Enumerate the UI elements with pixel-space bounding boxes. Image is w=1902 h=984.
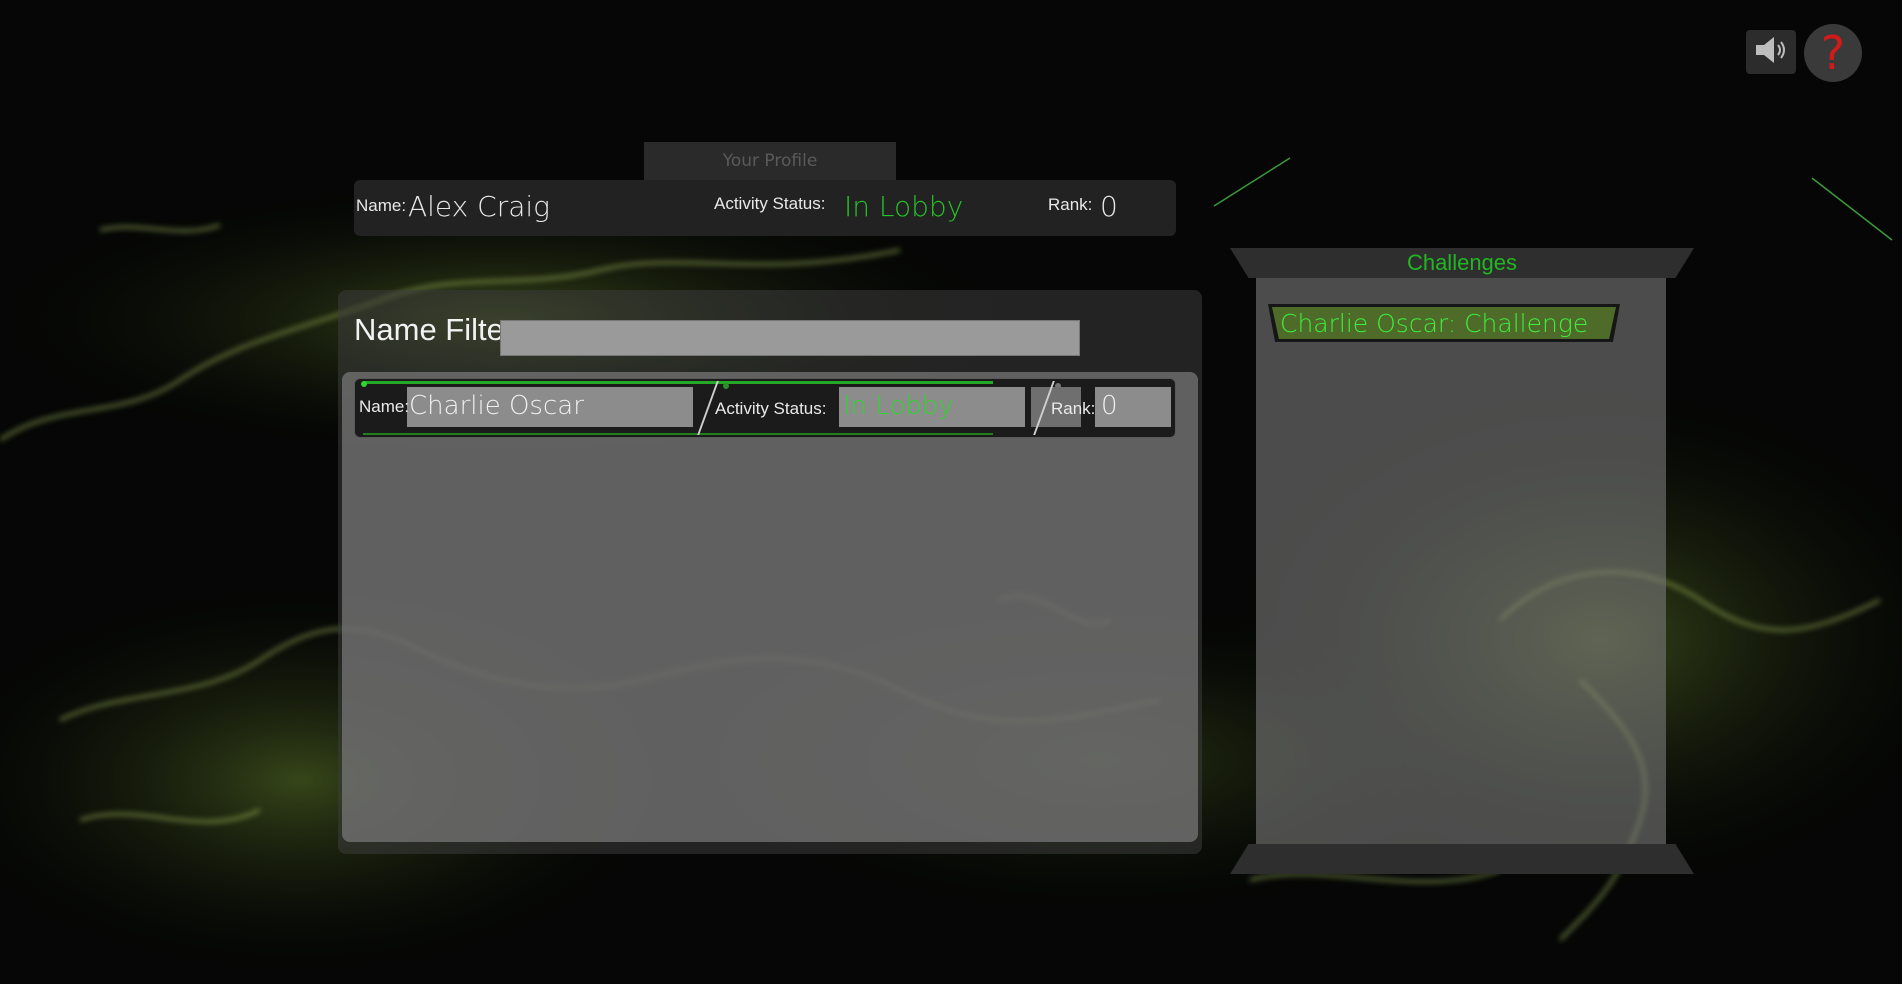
player-name: Charlie Oscar	[409, 391, 584, 421]
row-highlight-bottom	[363, 433, 993, 435]
sound-toggle-button[interactable]	[1746, 30, 1796, 74]
name-filter-label: Name Filter:	[354, 312, 523, 347]
challenges-footer	[1230, 844, 1694, 874]
profile-status-value: In Lobby	[844, 190, 964, 223]
profile-tab-label: Your Profile	[722, 151, 818, 171]
player-rank: 0	[1101, 391, 1118, 421]
challenges-list	[1256, 278, 1666, 844]
player-row[interactable]: Name: Charlie Oscar Activity Status: In …	[354, 378, 1176, 438]
profile-name-label: Name:	[356, 196, 407, 215]
profile-tab: Your Profile	[644, 142, 896, 180]
challenges-title: Challenges	[1406, 250, 1518, 275]
player-list[interactable]	[342, 372, 1198, 842]
row-indicator-dot	[361, 381, 367, 387]
player-name-label: Name:	[359, 397, 410, 416]
profile-status-label: Activity Status:	[714, 194, 826, 213]
speaker-icon	[1752, 35, 1790, 69]
name-filter-input[interactable]	[500, 320, 1080, 356]
row-highlight	[363, 381, 993, 384]
profile-name-value: Alex Craig	[408, 190, 550, 223]
player-status: In Lobby	[843, 391, 954, 421]
challenge-item-label[interactable]: Charlie Oscar: Challenge	[1280, 307, 1620, 339]
profile-rank-label: Rank:	[1048, 195, 1093, 214]
question-mark-icon: ?	[1820, 26, 1846, 80]
help-button[interactable]: ?	[1804, 24, 1862, 82]
status-indicator-dot	[723, 383, 729, 389]
player-status-label: Activity Status:	[715, 399, 827, 418]
profile-rank-value: 0	[1100, 190, 1118, 223]
profile-bar: Name: Alex Craig Activity Status: In Lob…	[354, 180, 1176, 236]
player-rank-label: Rank:	[1051, 399, 1096, 418]
